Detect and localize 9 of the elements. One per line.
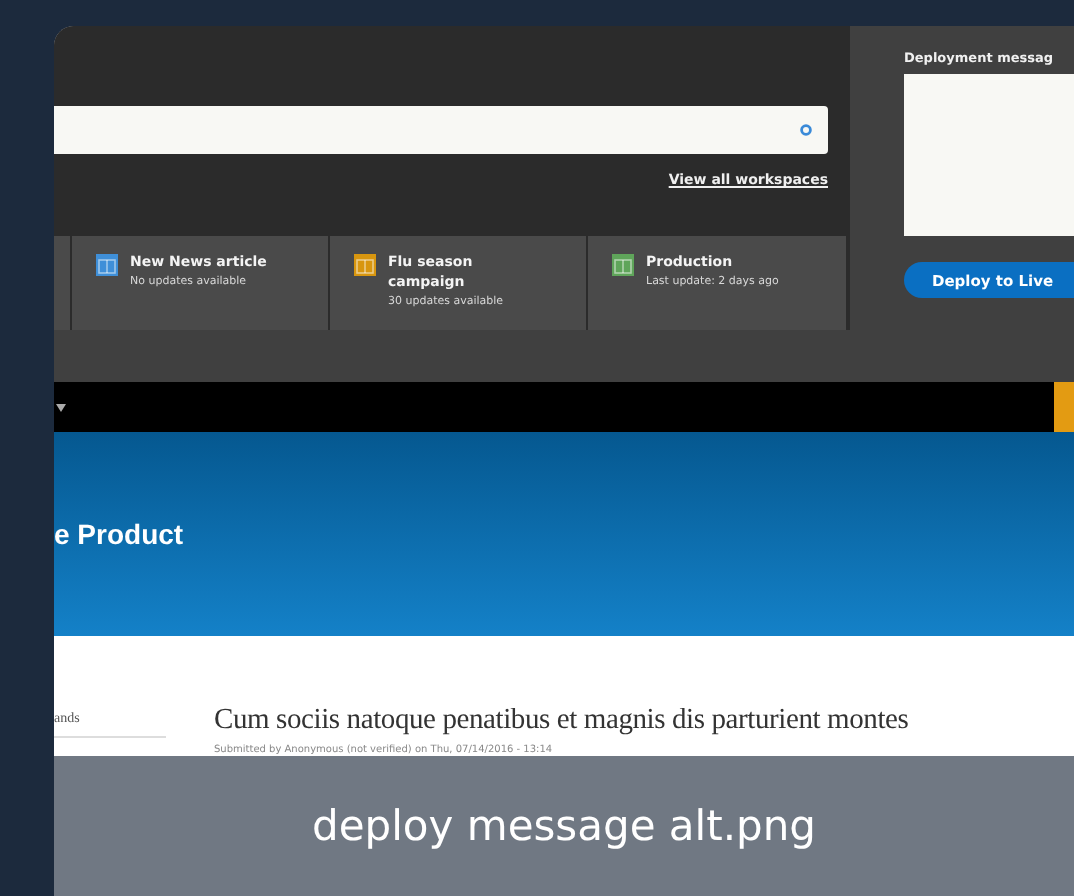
circle-icon: [800, 124, 812, 136]
search-field[interactable]: [54, 106, 828, 154]
workspace-tile[interactable]: [54, 236, 70, 330]
deployment-message-field[interactable]: [904, 74, 1074, 236]
article-heading: Cum sociis natoque penatibus et magnis dis parturient montes: [214, 704, 911, 738]
caret-icon[interactable]: [56, 403, 66, 411]
site-title: e Product: [54, 518, 184, 550]
file-name: deploy message alt.png: [312, 802, 816, 850]
toolbar-button[interactable]: [1054, 382, 1074, 432]
